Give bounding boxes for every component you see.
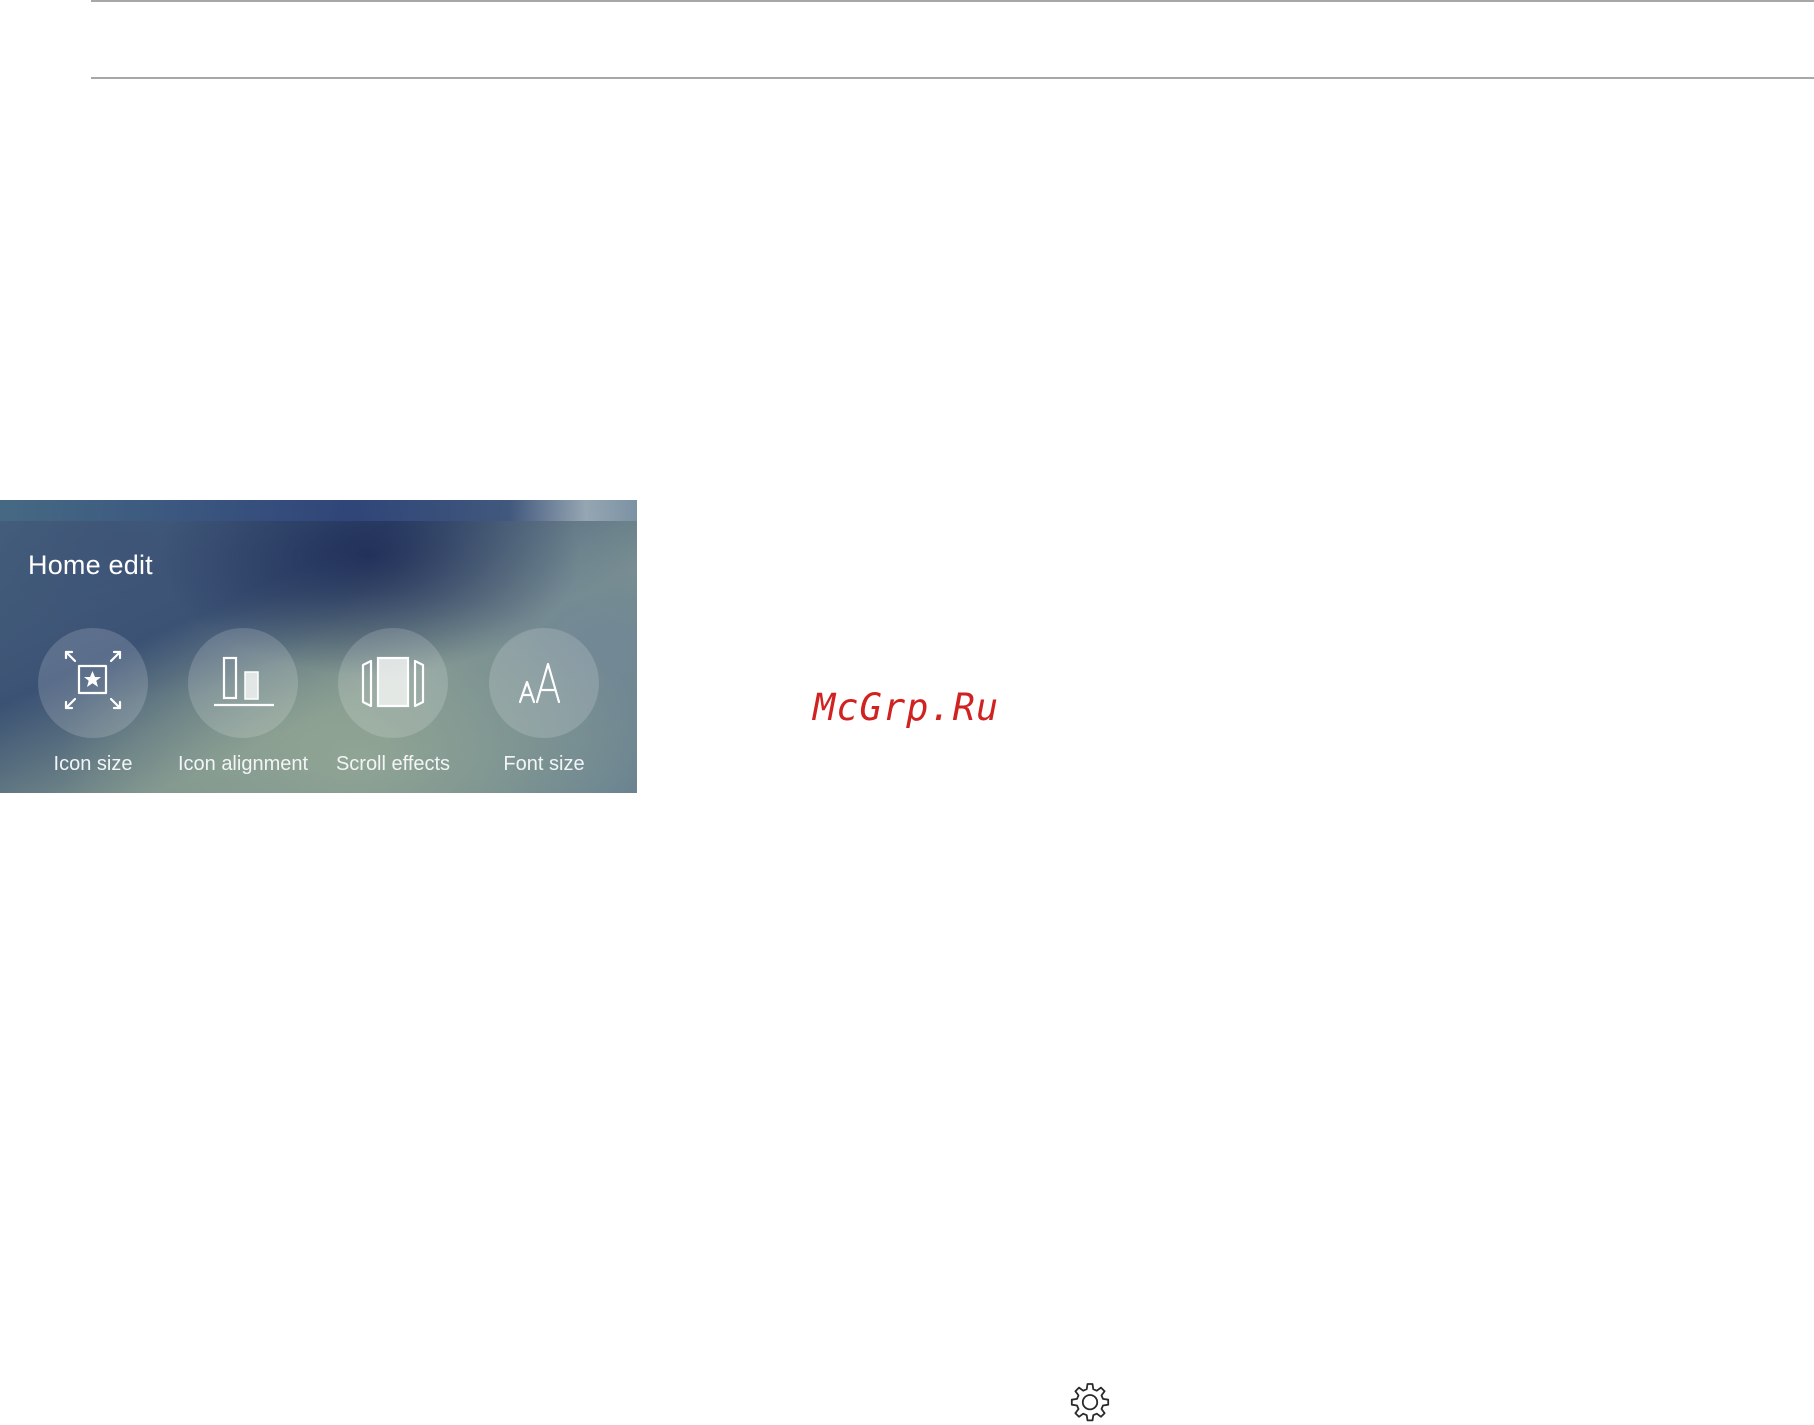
font-size-button[interactable] (489, 628, 599, 738)
icon-size-button[interactable] (38, 628, 148, 738)
settings-gear-icon (1070, 1383, 1110, 1422)
status-bar-strip (0, 500, 637, 521)
scroll-effects-icon (361, 656, 425, 708)
option-scroll-effects[interactable]: Scroll effects (318, 628, 468, 788)
header-rule-top (91, 0, 1814, 2)
option-label-scroll-effects: Scroll effects (335, 753, 451, 775)
header-rule-bottom (91, 77, 1814, 79)
watermark-text: McGrp.Ru (813, 686, 1000, 729)
option-icon-alignment[interactable]: Icon alignment (168, 628, 318, 788)
option-label-font-size: Font size (503, 753, 585, 775)
icon-alignment-button[interactable] (188, 628, 298, 738)
panel-title: Home edit (28, 550, 153, 580)
font-size-icon (518, 662, 561, 704)
option-font-size[interactable]: Font size (469, 628, 619, 788)
icon-alignment-icon (214, 656, 274, 707)
scroll-effects-button[interactable] (338, 628, 448, 738)
option-icon-size[interactable]: Icon size (18, 628, 168, 788)
option-label-icon-alignment: Icon alignment (177, 753, 309, 775)
icon-size-icon (64, 650, 122, 710)
option-label-icon-size: Icon size (53, 753, 133, 775)
